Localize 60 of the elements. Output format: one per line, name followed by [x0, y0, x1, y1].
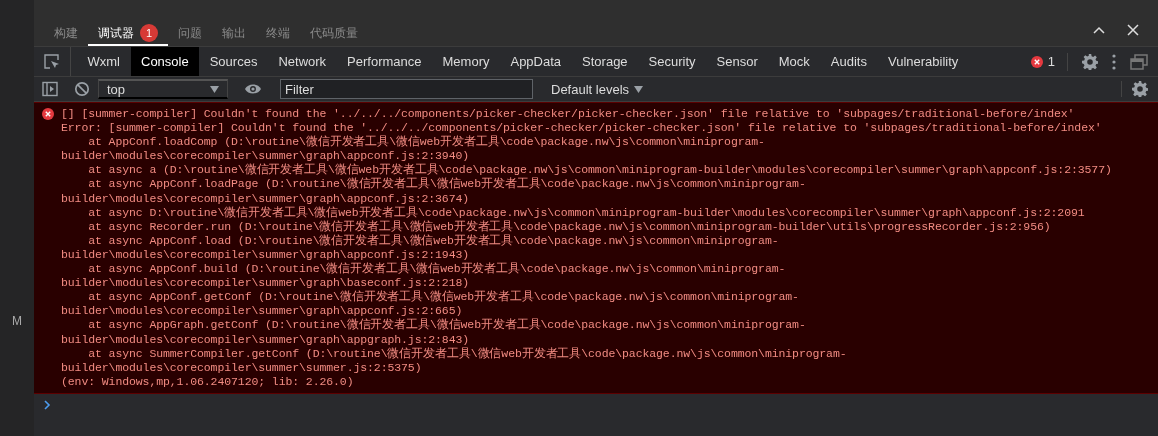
panel-tab[interactable]: 问题 — [168, 22, 212, 46]
caret-icon — [634, 85, 644, 93]
stack-line: builder\modules\corecompiler\summer\graph\appconf.js:2:3674) — [61, 191, 471, 206]
devtools-tab[interactable]: Memory — [432, 47, 500, 76]
settings-icon[interactable] — [1082, 53, 1098, 70]
panel-tab[interactable]: 代码质量 — [300, 22, 368, 46]
panel-tab[interactable]: 调试器 1 — [88, 22, 168, 46]
stack-line: builder\modules\corecompiler\summer\graph\appconf.js:2:665) — [61, 304, 464, 318]
stack-line: at async AppConf.getConf (D:\routine\微信开发者工具\微信web开发者工具\code\package.nw\js\common\miniprogram- — [87, 290, 800, 305]
dock-icon[interactable] — [1130, 53, 1148, 70]
activity-letter[interactable]: M — [12, 313, 22, 328]
devtools-tab[interactable]: Security — [638, 47, 707, 76]
devtools-tab[interactable]: AppData — [499, 47, 572, 76]
stack-line: builder\modules\corecompiler\summer\graph\appgraph.js:2:843) — [61, 332, 471, 347]
stack-line: (env: Windows,mp,1.06.2407120; lib: 2.26.0) — [61, 374, 355, 389]
devtools-tab[interactable]: Sources — [199, 47, 268, 76]
stack-line: at async a (D:\routine\微信开发者工具\微信web开发者工具\code\package.nw\js\common\miniprogram-builder\modules\corecompiler\summer\graph\appconf.js:2:3577) — [87, 163, 1112, 177]
filter-field[interactable]: Filter — [280, 79, 533, 99]
eye-icon[interactable] — [244, 83, 262, 95]
devtools-tab[interactable]: Performance — [336, 47, 432, 76]
devtools-tab[interactable]: Storage — [571, 47, 639, 76]
stack-line: at async AppGraph.getConf (D:\routine\微信开发者工具\微信web开发者工具\code\package.nw\js\common\miniprogram- — [87, 318, 807, 333]
panel-tab[interactable]: 输出 — [212, 22, 256, 46]
stack-line: at async AppConf.load (D:\routine\微信开发者工具\微信web开发者工具\code\package.nw\js\common\miniprogram- — [87, 233, 780, 248]
error-icon — [42, 108, 54, 120]
sidebar-toggle-icon[interactable] — [42, 81, 58, 97]
devtools-tab[interactable]: Network — [267, 47, 337, 76]
stack-line: Error: [summer-compiler] Couldn't found the '../../../components/picker-checker/picker-checker.json' file relative to 'subpages/traditional-before/index' — [61, 121, 1103, 135]
stack-line: at async Recorder.run (D:\routine\微信开发者工具\微信web开发者工具\code\package.nw\js\common\miniprogram-builder\utils\progressRecorder.js:2:956) — [87, 219, 1052, 234]
clear-icon[interactable] — [74, 81, 90, 97]
error-count[interactable]: 1 — [1047, 54, 1055, 69]
stack-line: builder\modules\corecompiler\summer\graph\appconf.js:2:3940) — [61, 149, 471, 163]
levels-dropdown[interactable]: Default levels — [545, 80, 650, 98]
stack-line: builder\modules\corecompiler\summer\graph\baseconf.js:2:218) — [61, 276, 471, 290]
devtools-tab[interactable]: Console — [130, 47, 200, 76]
stack-line: at async AppConf.build (D:\routine\微信开发者工具\微信web开发者工具\code\package.nw\js\common\miniprogram- — [87, 262, 787, 277]
count-badge: 1 — [140, 24, 158, 42]
panel-tab[interactable]: 构建 — [44, 22, 88, 46]
stack-line: at async D:\routine\微信开发者工具\微信web开发者工具\code\package.nw\js\common\miniprogram-builder\modules\corecompiler\summer\graph\appconf.js:2:2091 — [87, 205, 1086, 220]
message-text: [] [summer-compiler] Couldn't found the '../../../components/picker-checker/picker-checker.json' file relative to 'subpages/traditional-before/index' — [61, 107, 1076, 122]
prompt-icon — [44, 399, 51, 410]
more-icon[interactable] — [1112, 53, 1116, 70]
devtools-tab[interactable]: Wxml — [77, 47, 131, 76]
error-icon — [1030, 55, 1043, 68]
stack-line: at async AppConf.loadPage (D:\routine\微信开发者工具\微信web开发者工具\code\package.nw\js\common\miniprogram- — [87, 177, 807, 192]
devtools-tab[interactable]: Sensor — [706, 47, 769, 76]
devtools-tab[interactable]: Mock — [768, 47, 821, 76]
stack-line: at AppConf.loadComp (D:\routine\微信开发者工具\微信web开发者工具\code\package.nw\js\common\miniprogram- — [87, 135, 766, 150]
stack-line: at async SummerCompiler.getConf (D:\routine\微信开发者工具\微信web开发者工具\code\package.nw\js\common\miniprogram- — [87, 346, 848, 361]
settings-icon[interactable] — [1132, 81, 1148, 97]
caret-icon — [210, 85, 219, 93]
panel-tab[interactable]: 终端 — [256, 22, 300, 46]
devtools-tab[interactable]: Audits — [820, 47, 878, 76]
inspect-icon[interactable] — [43, 52, 61, 71]
context-select[interactable]: top — [98, 79, 228, 99]
stack-line: builder\modules\corecompiler\summer\summer.js:2:5375) — [61, 360, 423, 375]
devtools-tab[interactable]: Vulnerability — [877, 47, 969, 76]
close-icon[interactable] — [1126, 23, 1140, 37]
stack-line: builder\modules\corecompiler\summer\graph\appconf.js:2:1943) — [61, 247, 471, 262]
tab-label: 调试器 — [98, 24, 134, 42]
